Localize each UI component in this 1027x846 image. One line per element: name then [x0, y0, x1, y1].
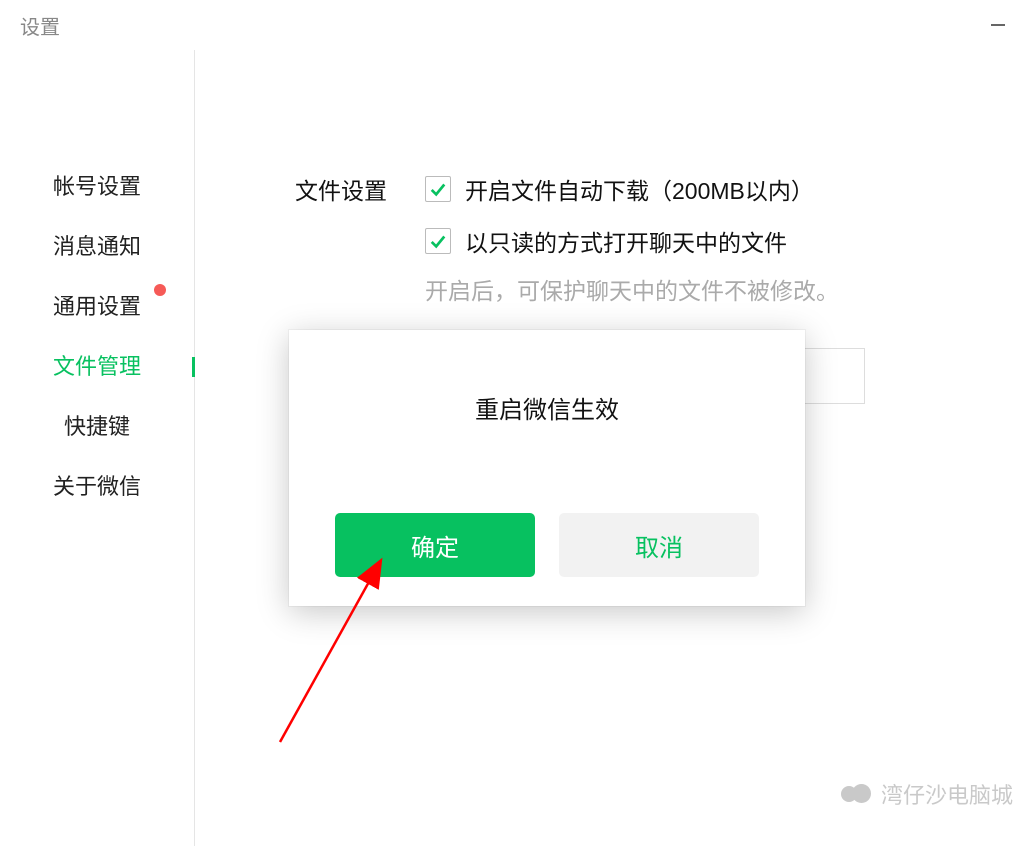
sidebar-item-label: 快捷键	[64, 409, 130, 441]
notification-dot-icon	[154, 284, 166, 296]
sidebar-item-notification[interactable]: 消息通知	[0, 215, 194, 275]
checkbox-label: 以只读的方式打开聊天中的文件	[465, 224, 787, 258]
watermark-text: 湾仔沙电脑城	[881, 778, 1013, 810]
sidebar-item-label: 消息通知	[53, 229, 141, 261]
sidebar: 帐号设置 消息通知 通用设置 文件管理 快捷键 关于微信	[0, 50, 195, 846]
checkbox-row-autodownload: 开启文件自动下载（200MB以内）	[425, 172, 865, 206]
window-title: 设置	[20, 11, 60, 40]
hint-text: 开启后，可保护聊天中的文件不被修改。	[425, 272, 865, 306]
restart-dialog: 重启微信生效 确定 取消	[289, 330, 805, 606]
minimize-button[interactable]	[989, 16, 1007, 34]
checkbox-readonly[interactable]	[425, 228, 451, 254]
watermark: 湾仔沙电脑城	[841, 778, 1013, 810]
sidebar-item-general[interactable]: 通用设置	[0, 275, 194, 335]
sidebar-item-label: 通用设置	[53, 289, 141, 321]
checkbox-label: 开启文件自动下载（200MB以内）	[465, 172, 814, 206]
sidebar-item-account[interactable]: 帐号设置	[0, 155, 194, 215]
wechat-icon	[841, 782, 871, 806]
dialog-message: 重启微信生效	[475, 390, 619, 425]
section-label: 文件设置	[295, 172, 387, 206]
checkbox-row-readonly: 以只读的方式打开聊天中的文件	[425, 224, 865, 258]
cancel-button[interactable]: 取消	[559, 513, 759, 577]
check-icon	[429, 232, 447, 250]
sidebar-item-about[interactable]: 关于微信	[0, 455, 194, 515]
sidebar-item-shortcut[interactable]: 快捷键	[0, 395, 194, 455]
confirm-button[interactable]: 确定	[335, 513, 535, 577]
sidebar-item-label: 帐号设置	[53, 169, 141, 201]
sidebar-item-label: 文件管理	[53, 349, 141, 381]
sidebar-item-label: 关于微信	[53, 469, 141, 501]
sidebar-item-filemanage[interactable]: 文件管理	[0, 335, 194, 395]
check-icon	[429, 180, 447, 198]
window-controls	[989, 16, 1007, 34]
titlebar: 设置	[0, 0, 1027, 50]
dialog-buttons: 确定 取消	[335, 513, 759, 577]
checkbox-autodownload[interactable]	[425, 176, 451, 202]
